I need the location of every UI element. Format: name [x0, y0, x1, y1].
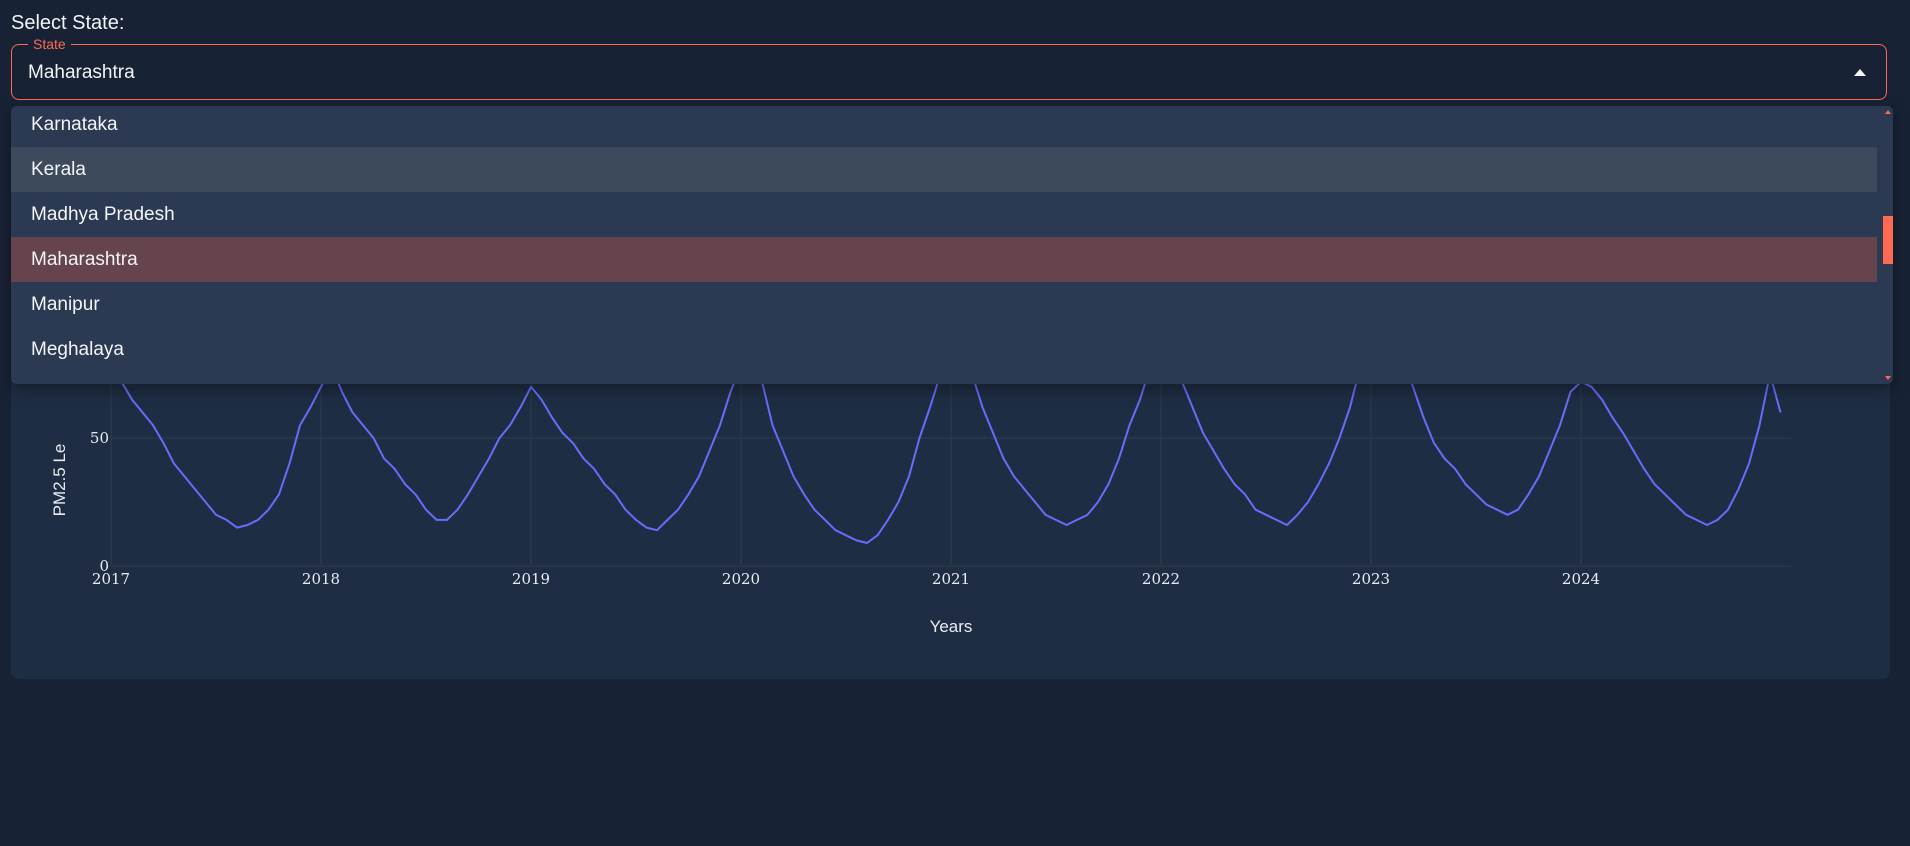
dropdown-option[interactable]: Kerala [11, 147, 1877, 192]
page: Select State: State Maharashtra 2017 2018… [0, 0, 1910, 846]
dropdown-option[interactable]: Maharashtra [11, 237, 1877, 282]
dropdown-scrollbar-thumb[interactable] [1883, 216, 1893, 264]
x-tick-label: 2021 [932, 570, 970, 588]
dropdown-option[interactable]: Meghalaya [11, 327, 1877, 372]
x-tick-label: 2024 [1562, 570, 1600, 588]
x-tick-label: 2023 [1352, 570, 1390, 588]
select-state-label: Select State: [11, 12, 125, 34]
chart-ticks: 2017 2018 2019 2020 2021 2022 2023 2024 0 50 [90, 429, 1600, 588]
dropdown-option[interactable]: Karnataka [11, 106, 1877, 147]
x-tick-label: 2019 [512, 570, 550, 588]
x-axis-label: Years [930, 617, 973, 636]
state-dropdown-menu[interactable]: Karnataka Kerala Madhya Pradesh Maharashtra… [11, 106, 1893, 384]
state-select-legend: State [28, 35, 71, 53]
dropdown-scrollbar[interactable] [1883, 106, 1893, 384]
y-tick-label: 0 [99, 557, 109, 575]
x-tick-label: 2017 [92, 570, 130, 588]
y-axis-label: PM2.5 Le [50, 444, 69, 517]
scroll-down-arrow-icon[interactable] [1885, 376, 1891, 380]
x-tick-label: 2020 [722, 570, 760, 588]
state-select-value: Maharashtra [28, 62, 135, 83]
dropdown-option[interactable]: Manipur [11, 282, 1877, 327]
dropdown-option[interactable]: Madhya Pradesh [11, 192, 1877, 237]
caret-up-icon[interactable] [1854, 69, 1866, 76]
state-select[interactable]: State Maharashtra [11, 35, 1887, 100]
x-tick-label: 2022 [1142, 570, 1180, 588]
scroll-up-arrow-icon[interactable] [1885, 110, 1891, 114]
y-tick-label: 50 [90, 429, 109, 447]
x-tick-label: 2018 [302, 570, 340, 588]
